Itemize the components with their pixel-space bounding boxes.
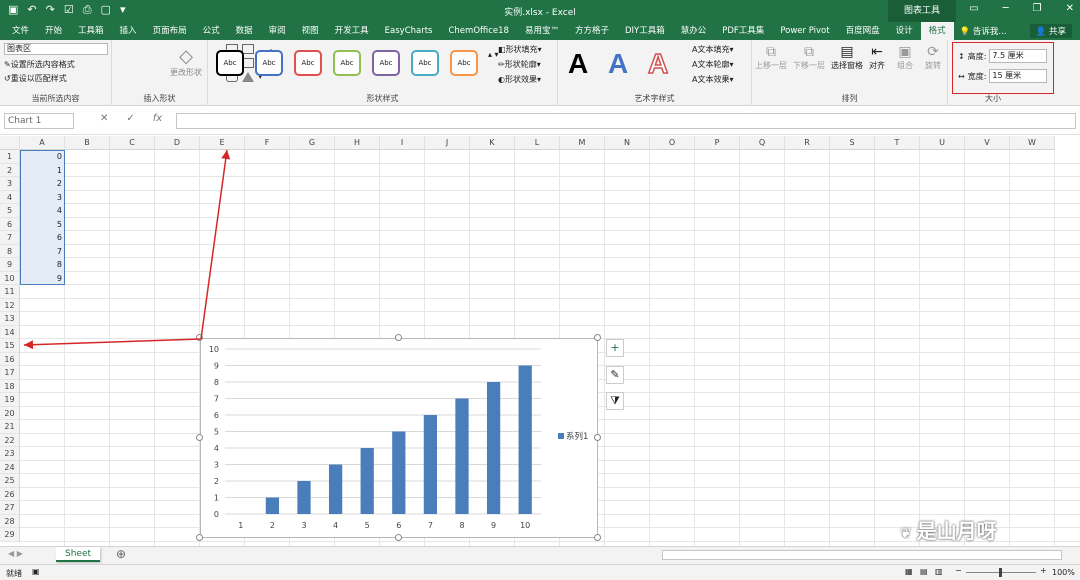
sheet-bar: ◀ ▶ Sheet ⊕ [0, 546, 1080, 564]
view-layout-icon[interactable]: ▤ [920, 567, 928, 576]
annotation-arrows [23, 149, 231, 350]
sheet-tab[interactable]: Sheet [56, 547, 100, 562]
view-normal-icon[interactable]: ▦ [905, 567, 913, 576]
status-ready: 就绪 [6, 569, 22, 578]
watermark-text: 是山月呀 [916, 519, 997, 543]
arrow-to-row-15 [23, 338, 202, 350]
zoom-thumb[interactable] [999, 568, 1002, 577]
horizontal-scrollbar[interactable] [662, 550, 1062, 560]
arrow-to-column-e [200, 149, 231, 340]
add-sheet-icon[interactable]: ⊕ [116, 547, 126, 561]
sheet-nav-icon[interactable]: ◀ ▶ [8, 549, 23, 558]
wechat-icon: ❦ [900, 526, 917, 542]
zoom-level: 100% [1052, 568, 1075, 577]
macro-record-icon[interactable]: ▣ [32, 567, 40, 576]
watermark-logo: ❦ 是山月呀 [900, 515, 997, 544]
zoom-in-icon[interactable]: + [1040, 566, 1047, 575]
zoom-out-icon[interactable]: − [955, 566, 962, 575]
status-bar: 就绪 ▣ ▦ ▤ ▥ − + 100% [0, 564, 1080, 580]
view-break-icon[interactable]: ▥ [935, 567, 943, 576]
